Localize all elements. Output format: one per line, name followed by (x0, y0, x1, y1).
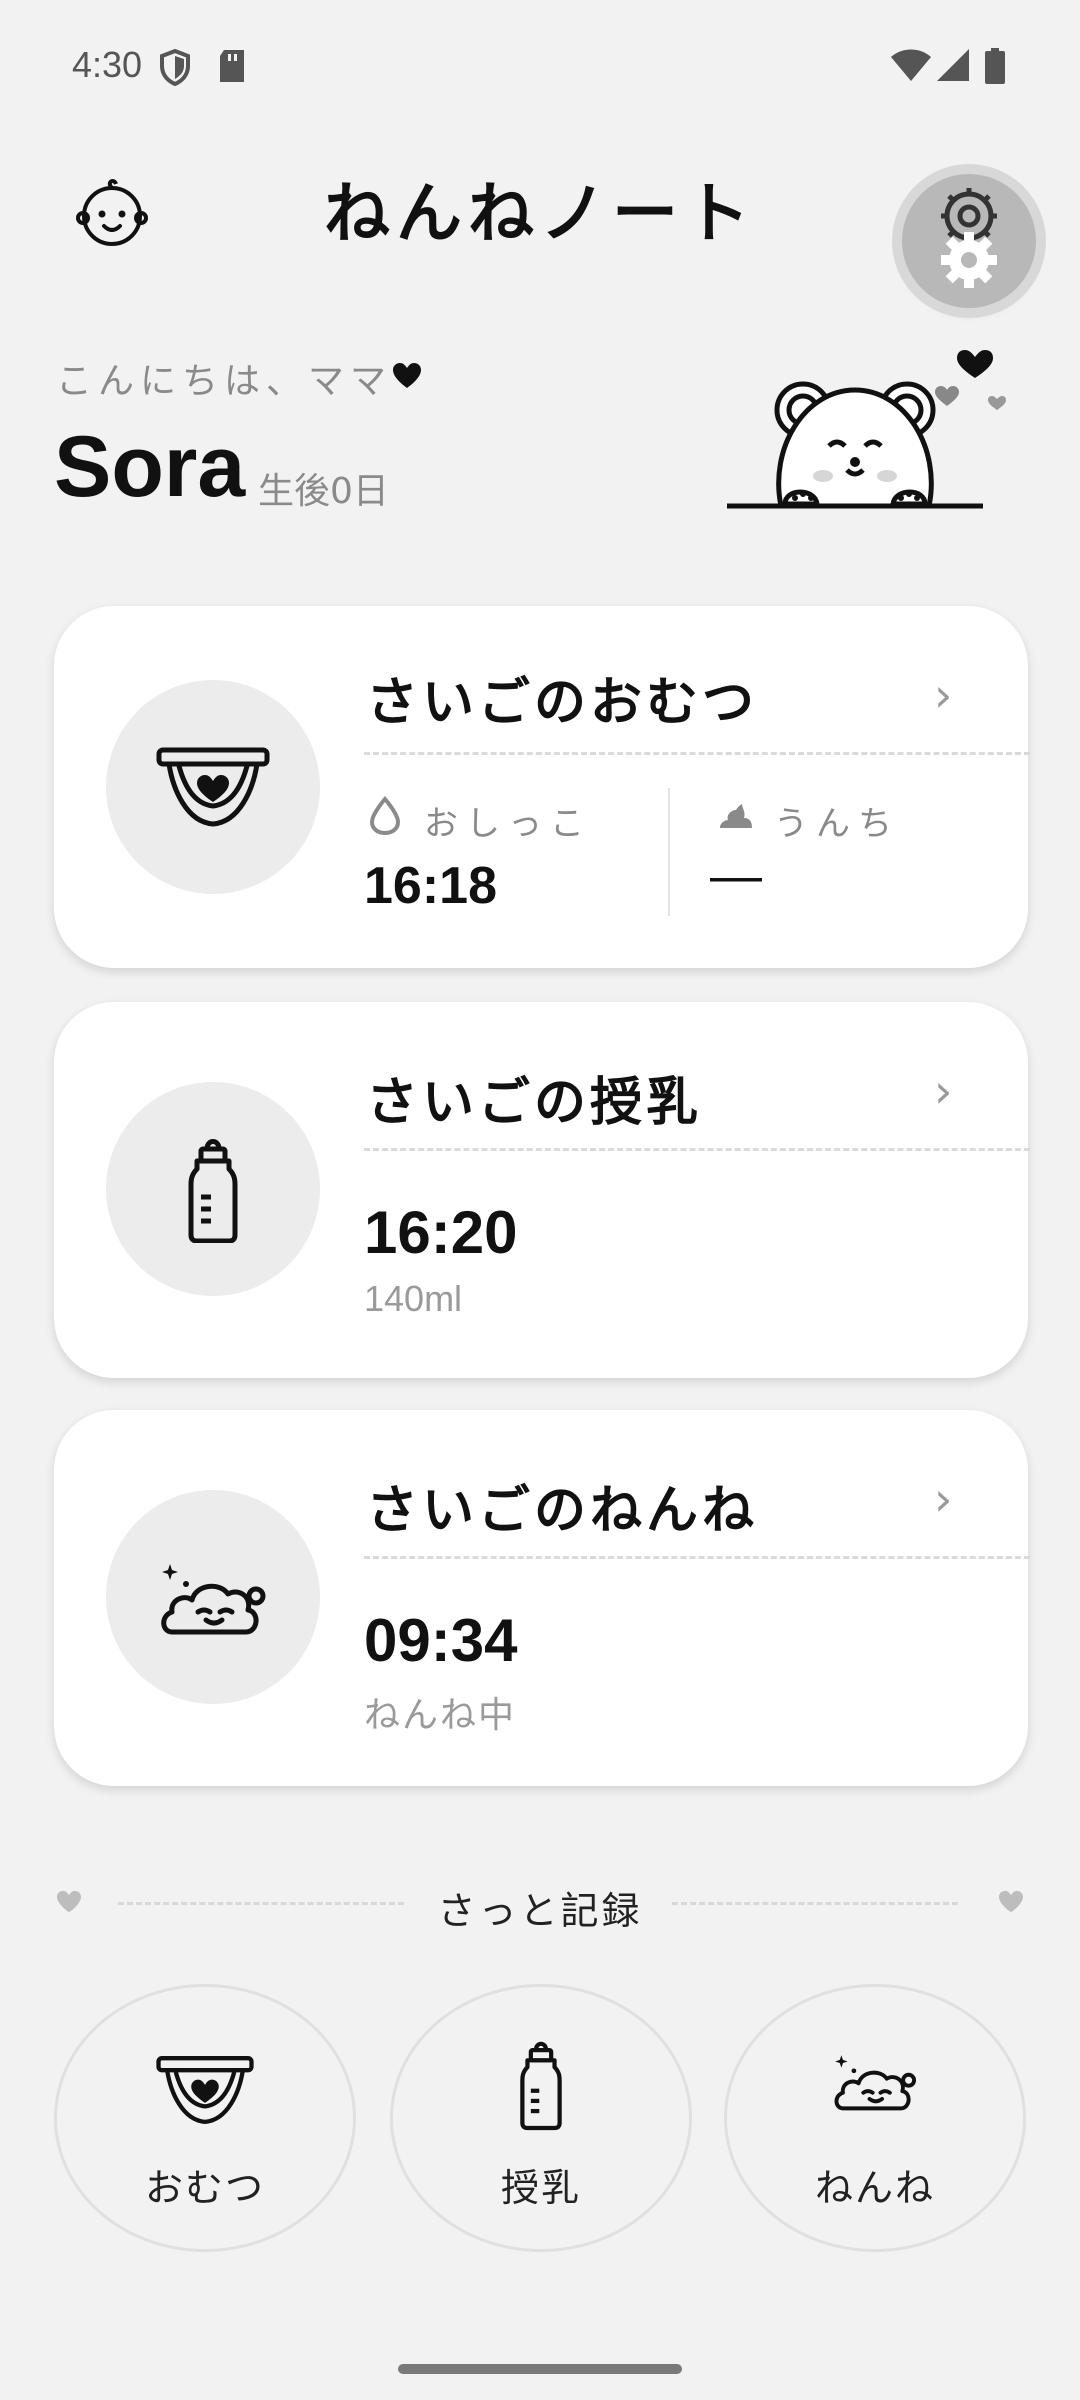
bottle-icon (520, 2041, 562, 2131)
heart-icon (393, 363, 421, 388)
baby-name: Sora (54, 419, 246, 515)
greeting-text: こんにちは、ママ (56, 361, 393, 402)
poop-time: — (710, 847, 762, 905)
chevron-right-icon: › (934, 1064, 953, 1118)
sleep-icon-circle (106, 1490, 320, 1704)
quick-feeding-button[interactable]: 授乳 (390, 1984, 692, 2252)
bottle-icon-circle (106, 1082, 320, 1296)
status-time: 4:30 (72, 44, 143, 85)
gear-icon (941, 188, 997, 288)
feeding-time: 16:20 (364, 1199, 518, 1266)
diaper-icon (156, 2056, 254, 2124)
feeding-amount: 140ml (364, 1278, 463, 1319)
feeding-card[interactable]: さいごの授乳 › 16:20 140ml (54, 1002, 1030, 1378)
signal-icon (937, 49, 969, 81)
wifi-icon (891, 49, 931, 81)
quick-sleep-button[interactable]: ねんね (724, 1984, 1026, 2252)
card-divider (364, 1148, 1030, 1151)
card-divider (364, 752, 1030, 755)
sleep-time: 09:34 (364, 1607, 518, 1674)
quick-feeding-label: 授乳 (500, 2166, 581, 2210)
cloud-sleep-icon (161, 1564, 266, 1635)
chevron-right-icon: › (934, 668, 953, 722)
pee-time: 16:18 (364, 857, 497, 915)
sleep-card[interactable]: さいごのねんね › 09:34 ねんね中 (54, 1410, 1030, 1786)
vertical-divider (668, 788, 670, 916)
quick-record-title: さっと記録 (437, 1889, 643, 1933)
cloud-sleep-icon (834, 2055, 917, 2111)
chevron-right-icon: › (934, 1472, 953, 1526)
bear-illustration (727, 350, 1006, 509)
quick-diaper-label: おむつ (144, 2166, 265, 2210)
bottle-icon (188, 1139, 238, 1243)
diaper-icon-circle (106, 680, 320, 894)
pee-label: おしっこ (424, 804, 592, 844)
sleep-card-title: さいごのねんね (366, 1481, 759, 1541)
sd-card-icon (220, 50, 244, 82)
card-divider (364, 1556, 1030, 1559)
diaper-card[interactable]: さいごのおむつ › おしっこ 16:18 うんち — (54, 606, 1030, 968)
heart-icon (999, 1890, 1023, 1913)
baby-age: 生後0日 (258, 471, 389, 512)
section-divider (672, 1902, 958, 1905)
quick-diaper-button[interactable]: おむつ (54, 1984, 356, 2252)
battery-icon (985, 48, 1005, 84)
diaper-icon (156, 747, 270, 827)
settings-button[interactable] (902, 174, 1036, 308)
shield-icon (160, 48, 190, 86)
sleep-status: ねんね中 (364, 1695, 517, 1736)
home-indicator[interactable] (398, 2364, 682, 2374)
quick-sleep-label: ねんね (814, 2166, 935, 2210)
drop-icon (369, 796, 401, 836)
feeding-card-title: さいごの授乳 (366, 1073, 703, 1133)
poop-label: うんち (774, 804, 900, 844)
poop-icon (720, 804, 752, 828)
diaper-card-title: さいごのおむつ (366, 673, 759, 733)
